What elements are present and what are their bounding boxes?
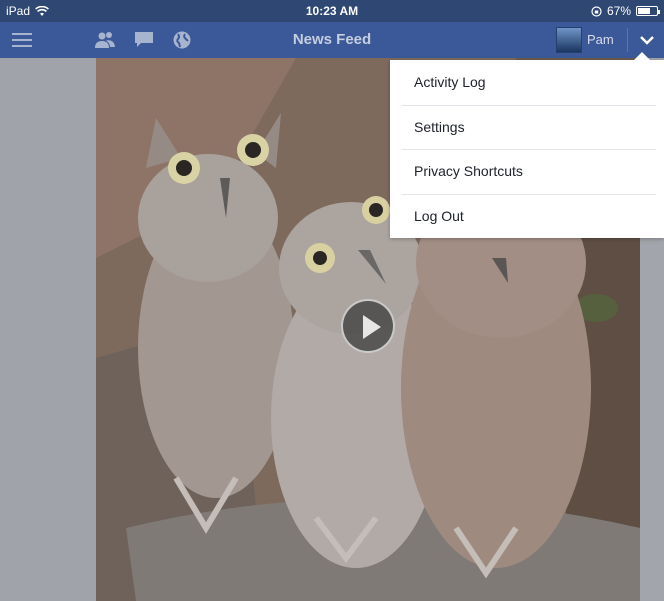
battery-icon — [636, 6, 660, 16]
status-time: 10:23 AM — [305, 4, 359, 18]
play-icon[interactable] — [341, 299, 395, 353]
account-dropdown-menu: Activity Log Settings Privacy Shortcuts … — [390, 52, 664, 239]
menu-item-log-out[interactable]: Log Out — [390, 193, 664, 239]
feed-margin-left — [0, 58, 96, 601]
user-name[interactable]: Pam — [587, 32, 614, 47]
battery-percent: 67% — [606, 4, 631, 18]
status-bar: iPad 10:23 AM 67% — [0, 0, 664, 22]
navbar-divider — [627, 28, 628, 52]
chevron-down-icon[interactable] — [637, 30, 657, 50]
top-navbar: News Feed Pam — [0, 22, 664, 58]
menu-item-activity-log[interactable]: Activity Log — [390, 60, 664, 105]
menu-item-settings[interactable]: Settings — [390, 104, 664, 150]
avatar[interactable] — [556, 27, 582, 53]
menu-item-privacy-shortcuts[interactable]: Privacy Shortcuts — [390, 149, 664, 194]
status-right: 67% — [591, 4, 660, 18]
orientation-lock-icon — [591, 5, 602, 17]
